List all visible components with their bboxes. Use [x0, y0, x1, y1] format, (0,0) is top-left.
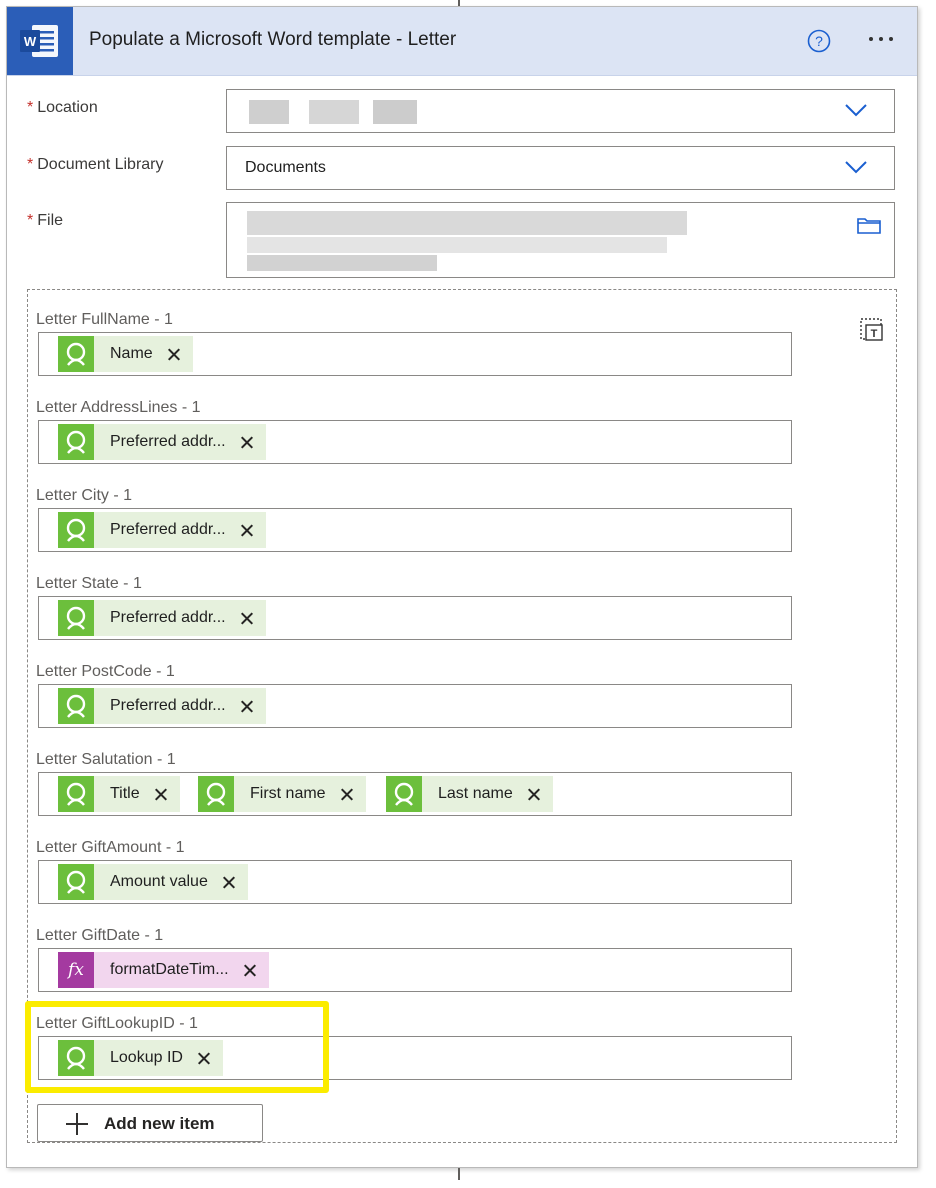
token-label: Preferred addr...: [110, 609, 226, 626]
document-library-dropdown[interactable]: Documents: [226, 146, 895, 190]
token-label: Name: [110, 345, 153, 362]
location-label: * Location: [27, 99, 98, 116]
function-icon: fx: [58, 952, 94, 988]
fx-glyph: fx: [68, 960, 84, 980]
dynamic-content-token[interactable]: First name: [198, 776, 366, 812]
template-field-label: Letter State - 1: [36, 575, 142, 592]
action-title: Populate a Microsoft Word template - Let…: [89, 29, 457, 50]
svg-text:?: ?: [815, 33, 823, 49]
svg-text:T: T: [871, 328, 878, 340]
template-field-input[interactable]: Preferred addr...: [38, 508, 792, 552]
chevron-down-icon[interactable]: [844, 102, 868, 118]
dynamic-content-token[interactable]: Amount value: [58, 864, 248, 900]
dynamic-content-token[interactable]: Title: [58, 776, 180, 812]
document-library-label: * Document Library: [27, 156, 164, 173]
question-circle-icon[interactable]: ?: [807, 29, 831, 53]
switch-to-array-input-icon[interactable]: T: [857, 315, 885, 343]
action-header[interactable]: W Populate a Microsoft Word template - L…: [7, 7, 917, 76]
template-field-input[interactable]: Name: [38, 332, 792, 376]
action-card: W Populate a Microsoft Word template - L…: [6, 6, 918, 1168]
dynamic-content-token[interactable]: Preferred addr...: [58, 600, 266, 636]
remove-token-icon[interactable]: [222, 875, 236, 889]
person-icon: [58, 424, 94, 460]
redacted-value: [309, 100, 359, 124]
ellipsis-icon[interactable]: [863, 27, 899, 51]
remove-token-icon[interactable]: [240, 523, 254, 537]
redacted-value: [247, 211, 687, 235]
expression-token[interactable]: fx formatDateTim...: [58, 952, 269, 988]
remove-token-icon[interactable]: [154, 787, 168, 801]
template-field-input[interactable]: Title First name Last name: [38, 772, 792, 816]
token-label: Title: [110, 785, 140, 802]
person-icon: [58, 336, 94, 372]
file-picker-field[interactable]: [226, 202, 895, 278]
person-icon: [58, 512, 94, 548]
person-icon: [58, 864, 94, 900]
person-icon: [58, 776, 94, 812]
remove-token-icon[interactable]: [240, 435, 254, 449]
dynamic-content-token[interactable]: Name: [58, 336, 193, 372]
redacted-value: [247, 237, 667, 253]
person-icon: [58, 688, 94, 724]
highlight-box: [25, 1001, 329, 1093]
template-field-label: Letter GiftDate - 1: [36, 927, 164, 944]
template-field-label: Letter FullName - 1: [36, 311, 173, 328]
dynamic-content-token[interactable]: Preferred addr...: [58, 688, 266, 724]
svg-text:W: W: [24, 34, 37, 49]
token-label: First name: [250, 785, 326, 802]
file-label: * File: [27, 212, 64, 229]
redacted-value: [247, 255, 437, 271]
token-label: Preferred addr...: [110, 433, 226, 450]
redacted-value: [373, 100, 417, 124]
template-field-input[interactable]: Preferred addr...: [38, 420, 792, 464]
template-field-input[interactable]: Preferred addr...: [38, 684, 792, 728]
person-icon: [198, 776, 234, 812]
flow-connector-bottom: [458, 1168, 460, 1180]
remove-token-icon[interactable]: [243, 963, 257, 977]
template-field-label: Letter PostCode - 1: [36, 663, 175, 680]
redacted-value: [249, 100, 289, 124]
template-field-label: Letter AddressLines - 1: [36, 399, 201, 416]
chevron-down-icon[interactable]: [844, 159, 868, 175]
template-field-label: Letter GiftAmount - 1: [36, 839, 185, 856]
template-field-label: Letter City - 1: [36, 487, 133, 504]
template-field-label: Letter Salutation - 1: [36, 751, 176, 768]
template-field-input[interactable]: fx formatDateTim...: [38, 948, 792, 992]
token-label: formatDateTim...: [110, 961, 229, 978]
dynamic-content-token[interactable]: Last name: [386, 776, 553, 812]
location-dropdown[interactable]: [226, 89, 895, 133]
token-label: Amount value: [110, 873, 208, 890]
add-new-item-button[interactable]: Add new item: [37, 1104, 263, 1142]
remove-token-icon[interactable]: [527, 787, 541, 801]
template-field-input[interactable]: Amount value: [38, 860, 792, 904]
token-label: Preferred addr...: [110, 697, 226, 714]
remove-token-icon[interactable]: [240, 611, 254, 625]
word-icon: W: [7, 7, 73, 75]
token-label: Last name: [438, 785, 513, 802]
template-field-input[interactable]: Preferred addr...: [38, 596, 792, 640]
person-icon: [58, 600, 94, 636]
person-icon: [386, 776, 422, 812]
token-label: Preferred addr...: [110, 521, 226, 538]
dynamic-content-token[interactable]: Preferred addr...: [58, 512, 266, 548]
remove-token-icon[interactable]: [340, 787, 354, 801]
dynamic-content-token[interactable]: Preferred addr...: [58, 424, 266, 460]
plus-icon: [66, 1113, 88, 1135]
document-library-value: Documents: [245, 159, 326, 176]
remove-token-icon[interactable]: [167, 347, 181, 361]
folder-icon[interactable]: [856, 215, 882, 235]
remove-token-icon[interactable]: [240, 699, 254, 713]
